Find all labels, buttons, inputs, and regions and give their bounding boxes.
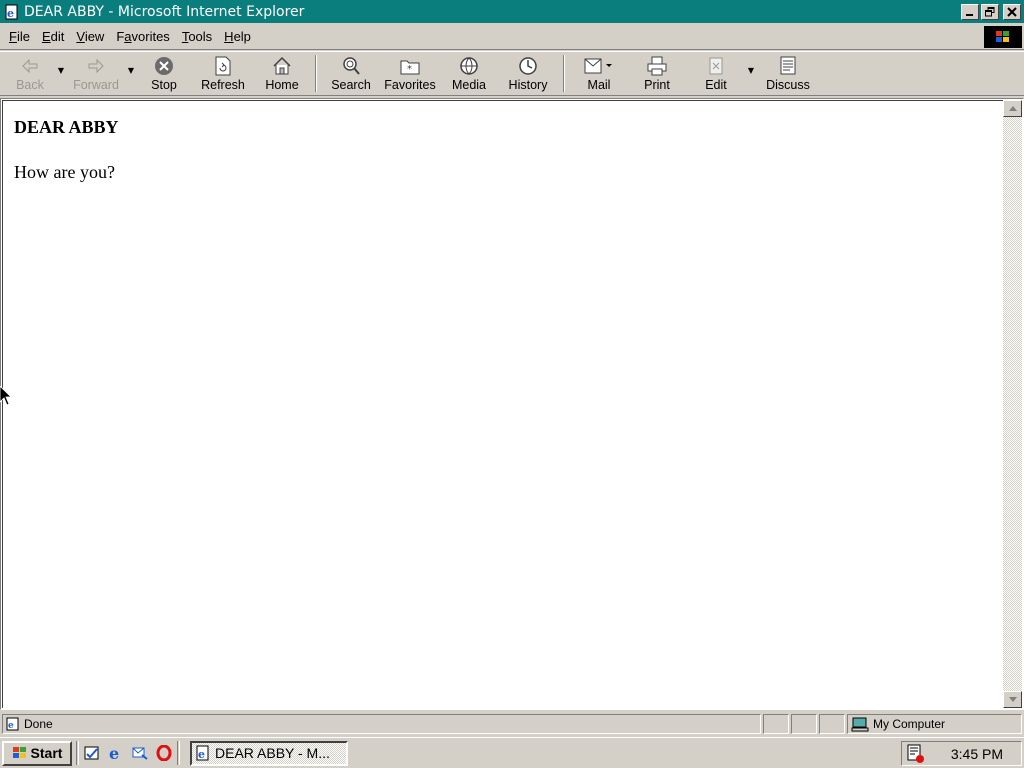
browser-viewport: DEAR ABBY How are you? bbox=[0, 98, 1024, 710]
history-label: History bbox=[508, 78, 548, 92]
page-content: DEAR ABBY How are you? bbox=[2, 100, 1003, 708]
mail-icon bbox=[584, 55, 614, 77]
favorites-label: Favorites bbox=[384, 78, 436, 92]
edit-dropdown-arrow[interactable]: ▼ bbox=[746, 52, 756, 95]
print-button[interactable]: Print bbox=[628, 52, 686, 95]
quicklaunch-grip[interactable] bbox=[76, 741, 79, 765]
zone-label: My Computer bbox=[873, 717, 946, 731]
status-main: e Done bbox=[2, 714, 761, 734]
home-icon bbox=[271, 55, 293, 77]
refresh-button[interactable]: Refresh bbox=[192, 52, 254, 95]
status-bar: e Done My Computer bbox=[0, 713, 1024, 735]
menu-tools[interactable]: Tools bbox=[176, 27, 218, 46]
ie-window-icon: e bbox=[195, 745, 211, 761]
back-dropdown-arrow[interactable]: ▼ bbox=[56, 52, 66, 95]
my-computer-icon bbox=[851, 717, 869, 732]
page-done-icon: e bbox=[6, 717, 20, 731]
show-desktop-icon[interactable] bbox=[83, 744, 101, 762]
status-panel-3 bbox=[819, 714, 845, 734]
task-label: DEAR ABBY - M... bbox=[215, 745, 330, 761]
menu-favorites[interactable]: Favorites bbox=[110, 27, 175, 46]
home-label: Home bbox=[265, 78, 299, 92]
discuss-button[interactable]: Discuss bbox=[756, 52, 820, 95]
taskbar-grip[interactable] bbox=[177, 741, 180, 765]
minimize-button[interactable] bbox=[961, 3, 979, 20]
search-label: Search bbox=[331, 78, 371, 92]
status-text: Done bbox=[24, 717, 53, 731]
menu-view[interactable]: View bbox=[70, 27, 110, 46]
scroll-down-button[interactable] bbox=[1003, 691, 1022, 708]
print-label: Print bbox=[644, 78, 670, 92]
scroll-up-button[interactable] bbox=[1003, 100, 1022, 117]
media-label: Media bbox=[451, 78, 487, 92]
title-bar[interactable]: e DEAR ABBY - Microsoft Internet Explore… bbox=[0, 0, 1024, 23]
windows-flag-icon bbox=[12, 746, 28, 760]
menu-help[interactable]: Help bbox=[218, 27, 257, 46]
media-button[interactable]: Media bbox=[440, 52, 498, 95]
stop-label: Stop bbox=[151, 78, 177, 92]
printer-icon bbox=[646, 55, 668, 77]
page-body-text: How are you? bbox=[14, 162, 115, 182]
close-button[interactable] bbox=[1003, 3, 1021, 20]
favorites-button[interactable]: * Favorites bbox=[380, 52, 440, 95]
quick-launch: e bbox=[83, 744, 173, 762]
discuss-label: Discuss bbox=[766, 78, 810, 92]
forward-label: Forward bbox=[73, 78, 119, 92]
forward-arrow-icon bbox=[85, 55, 107, 77]
scheduler-tray-icon[interactable] bbox=[906, 744, 926, 764]
start-button[interactable]: Start bbox=[2, 740, 72, 766]
vertical-scrollbar[interactable] bbox=[1003, 100, 1022, 708]
svg-text:e: e bbox=[7, 7, 14, 20]
back-arrow-icon bbox=[19, 55, 41, 77]
edit-label: Edit bbox=[705, 78, 727, 92]
svg-text:*: * bbox=[407, 64, 412, 75]
discuss-icon bbox=[777, 55, 799, 77]
menu-file[interactable]: File bbox=[3, 27, 36, 46]
opera-icon[interactable] bbox=[155, 744, 173, 762]
stop-icon bbox=[153, 55, 175, 77]
windows-logo-throbber bbox=[984, 26, 1022, 48]
home-button[interactable]: Home bbox=[254, 52, 310, 95]
restore-button[interactable] bbox=[981, 3, 999, 20]
search-button[interactable]: Search bbox=[322, 52, 380, 95]
back-button[interactable]: Back bbox=[4, 52, 56, 95]
toolbar-separator bbox=[563, 55, 565, 92]
standard-toolbar: Back ▼ Forward ▼ Stop Refresh Home Searc… bbox=[0, 51, 1024, 96]
refresh-icon bbox=[212, 55, 234, 77]
mail-label: Mail bbox=[587, 78, 611, 92]
search-icon bbox=[340, 55, 362, 77]
system-tray: 3:45 PM bbox=[901, 741, 1022, 766]
status-panel-2 bbox=[791, 714, 817, 734]
edit-page-icon bbox=[705, 55, 727, 77]
status-panel-1 bbox=[763, 714, 789, 734]
history-clock-icon bbox=[517, 55, 539, 77]
page-heading: DEAR ABBY bbox=[14, 117, 119, 137]
taskbar-window-button[interactable]: e DEAR ABBY - M... bbox=[190, 740, 348, 766]
stop-button[interactable]: Stop bbox=[136, 52, 192, 95]
forward-button[interactable]: Forward bbox=[66, 52, 126, 95]
outlook-express-icon[interactable] bbox=[131, 744, 149, 762]
security-zone[interactable]: My Computer bbox=[847, 714, 1022, 734]
favorites-folder-icon: * bbox=[399, 55, 421, 77]
internet-explorer-icon[interactable]: e bbox=[107, 744, 125, 762]
menu-edit[interactable]: Edit bbox=[36, 27, 70, 46]
toolbar-separator bbox=[315, 55, 317, 92]
mail-button[interactable]: Mail bbox=[570, 52, 628, 95]
svg-text:e: e bbox=[198, 748, 205, 761]
history-button[interactable]: History bbox=[498, 52, 558, 95]
back-label: Back bbox=[16, 78, 44, 92]
start-label: Start bbox=[30, 745, 63, 761]
svg-text:e: e bbox=[109, 745, 119, 761]
media-globe-icon bbox=[458, 55, 480, 77]
menu-bar: File Edit View Favorites Tools Help bbox=[0, 24, 1024, 50]
window-title: DEAR ABBY - Microsoft Internet Explorer bbox=[24, 3, 305, 20]
forward-dropdown-arrow[interactable]: ▼ bbox=[126, 52, 136, 95]
ie-page-icon[interactable]: e bbox=[3, 3, 21, 21]
refresh-label: Refresh bbox=[201, 78, 245, 92]
mouse-pointer-icon bbox=[0, 385, 12, 409]
svg-text:e: e bbox=[8, 721, 14, 731]
edit-button[interactable]: Edit bbox=[686, 52, 746, 95]
taskbar: Start e e DEAR ABBY - M... 3:45 PM bbox=[0, 737, 1024, 768]
clock[interactable]: 3:45 PM bbox=[951, 746, 1003, 762]
